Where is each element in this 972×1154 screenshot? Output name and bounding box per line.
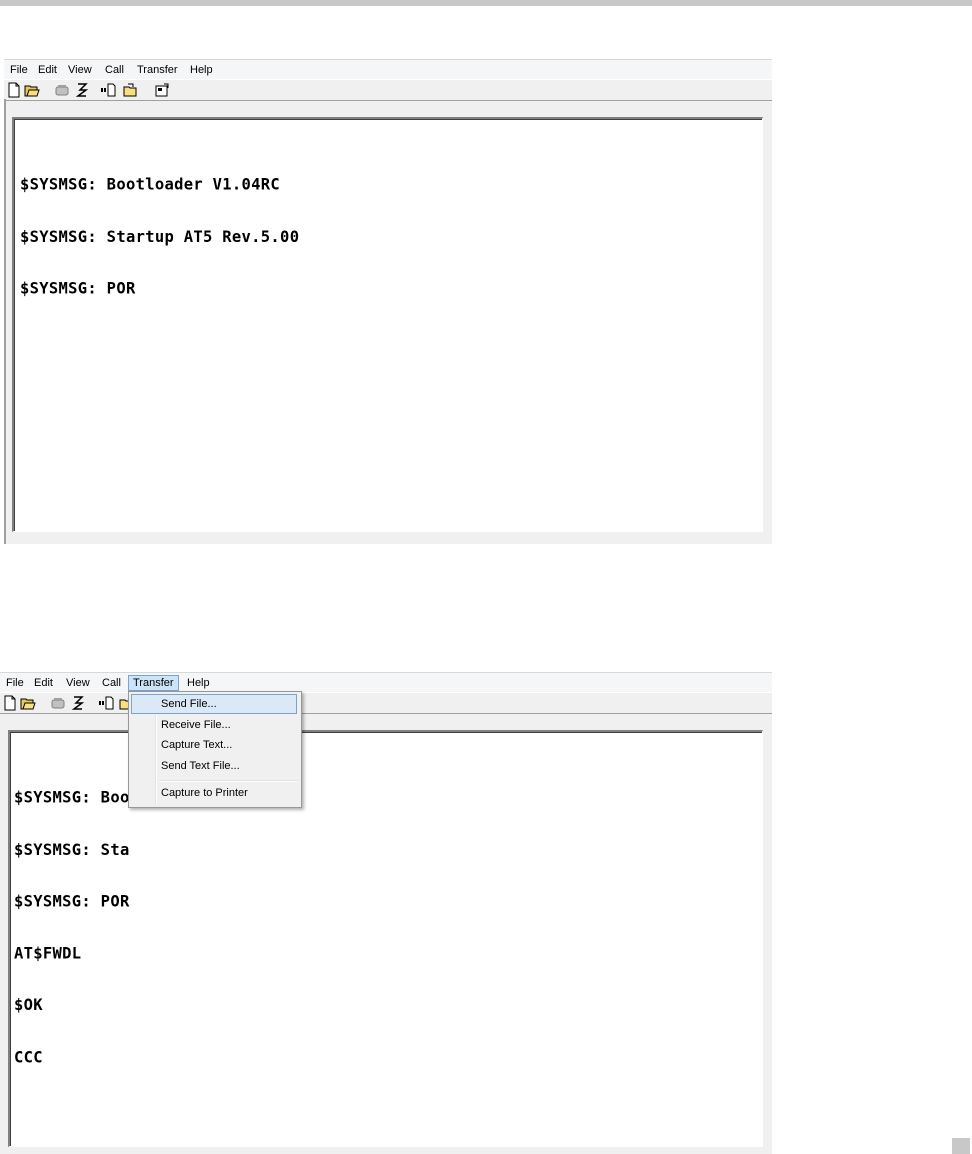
menu-option-send-text-file[interactable]: Send Text File...: [131, 756, 297, 776]
menu-option-capture-text[interactable]: Capture Text...: [131, 735, 297, 755]
toolbar: [0, 692, 772, 714]
window-edge: [4, 99, 6, 544]
menu-option-send-file[interactable]: Send File...: [131, 694, 297, 714]
terminal-line: CCC: [14, 1047, 43, 1067]
terminal-window-1: File Edit View Call Transfer Help $SYSMS…: [4, 59, 772, 544]
terminal-window-2: File Edit View Call Transfer Help $SYSMS…: [0, 672, 772, 1154]
menu-view[interactable]: View: [64, 62, 96, 78]
disconnect-icon[interactable]: [54, 82, 70, 98]
menu-edit[interactable]: Edit: [34, 62, 61, 78]
open-icon[interactable]: [24, 82, 40, 98]
page-edge-marker: [952, 1138, 970, 1154]
menu-edit[interactable]: Edit: [30, 675, 57, 691]
terminal-line: $SYSMSG: POR: [20, 278, 136, 298]
menu-transfer[interactable]: Transfer: [133, 62, 182, 78]
menu-view[interactable]: View: [62, 675, 94, 691]
disconnect-icon[interactable]: [50, 695, 66, 711]
terminal-output: $SYSMSG: Bootloader V1.04RC $SYSMSG: Sta…: [20, 141, 299, 332]
menu-file[interactable]: File: [2, 675, 28, 691]
receive-icon[interactable]: [122, 82, 138, 98]
terminal-output: $SYSMSG: Boo $SYSMSG: Sta $SYSMSG: POR A…: [14, 754, 130, 1101]
terminal-line: $SYSMSG: POR: [14, 891, 130, 911]
terminal-line: $SYSMSG: Boo: [14, 787, 130, 807]
terminal-line: $SYSMSG: Bootloader V1.04RC: [20, 174, 281, 194]
terminal-line: $SYSMSG: Sta: [14, 839, 130, 859]
menu-help[interactable]: Help: [183, 675, 214, 691]
open-icon[interactable]: [20, 695, 36, 711]
menu-call[interactable]: Call: [98, 675, 125, 691]
terminal-line: $SYSMSG: Startup AT5 Rev.5.00: [20, 226, 300, 246]
menu-file[interactable]: File: [6, 62, 32, 78]
menu-help[interactable]: Help: [186, 62, 217, 78]
toolbar: [4, 79, 772, 101]
menu-call[interactable]: Call: [101, 62, 128, 78]
menu-option-capture-to-printer[interactable]: Capture to Printer: [131, 783, 297, 803]
terminal-line: $OK: [14, 995, 43, 1015]
terminal-screen[interactable]: $SYSMSG: Bootloader V1.04RC $SYSMSG: Sta…: [12, 117, 763, 532]
transfer-dropdown-menu: Send File... Receive File... Capture Tex…: [128, 691, 302, 808]
dial-icon[interactable]: [70, 695, 86, 711]
menu-separator: [159, 780, 298, 782]
dial-icon[interactable]: [74, 82, 90, 98]
menu-bar: File Edit View Call Transfer Help: [4, 59, 772, 80]
send-icon[interactable]: [98, 695, 114, 711]
menu-transfer[interactable]: Transfer: [128, 675, 179, 691]
properties-icon[interactable]: [154, 82, 170, 98]
new-icon[interactable]: [6, 82, 22, 98]
top-divider: [0, 0, 972, 6]
new-icon[interactable]: [2, 695, 18, 711]
menu-option-receive-file[interactable]: Receive File...: [131, 715, 297, 735]
menu-bar: File Edit View Call Transfer Help: [0, 672, 772, 693]
terminal-line: AT$FWDL: [14, 943, 82, 963]
terminal-screen[interactable]: $SYSMSG: Boo $SYSMSG: Sta $SYSMSG: POR A…: [8, 730, 763, 1147]
send-icon[interactable]: [100, 82, 116, 98]
